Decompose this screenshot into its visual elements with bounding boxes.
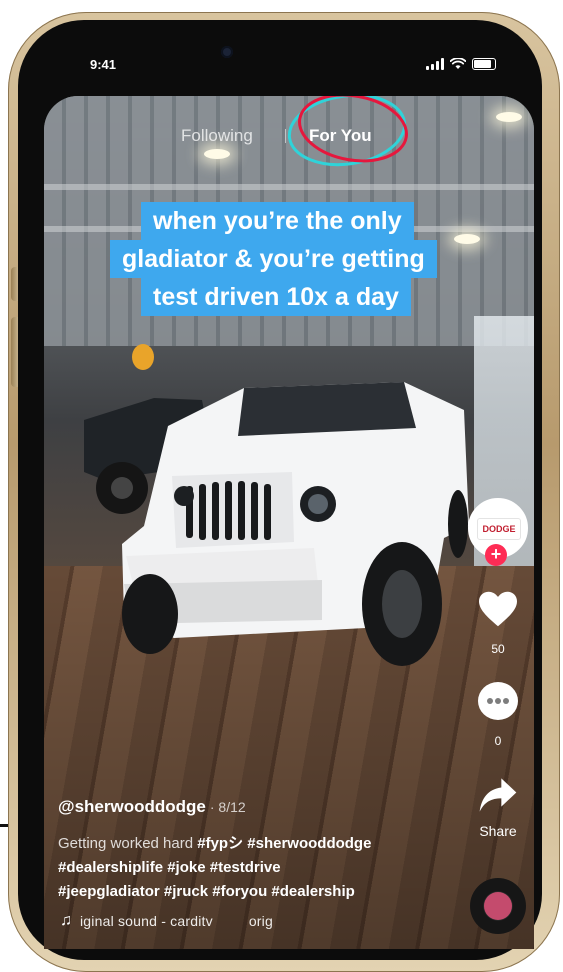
- dodge-logo: DODGE: [477, 518, 521, 540]
- tab-following[interactable]: Following: [181, 126, 253, 146]
- ceiling-beam: [44, 184, 534, 190]
- balloon: [132, 344, 154, 370]
- video-screen[interactable]: Following For You when you’re the only g…: [44, 96, 534, 949]
- ceiling-light: [454, 234, 480, 244]
- comment-count: 0: [494, 734, 502, 748]
- battery-icon: [472, 58, 496, 70]
- music-note-icon: ♫: [60, 912, 72, 929]
- caption-line-1: when you’re the only: [141, 202, 414, 240]
- sound-name[interactable]: iginal sound - carditv: [80, 913, 213, 929]
- wifi-icon: [450, 58, 466, 69]
- share-icon[interactable]: [478, 776, 518, 814]
- creator-username[interactable]: @sherwooddodge · 8/12: [58, 797, 246, 817]
- caption-line-2: gladiator & you’re getting: [110, 240, 437, 278]
- heart-icon[interactable]: [477, 590, 519, 628]
- video-description: Getting worked hard #fypシ #sherwooddodge…: [58, 832, 458, 904]
- status-icons: [426, 58, 496, 70]
- sound-disc[interactable]: [470, 878, 526, 934]
- front-camera: [221, 46, 233, 58]
- post-date: · 8/12: [209, 799, 246, 815]
- sound-row[interactable]: ♫ iginal sound - carditv orig: [60, 912, 273, 930]
- hashtags-line-2[interactable]: #dealershiplife #joke #testdrive: [58, 859, 281, 876]
- jeep-gladiator-image: [84, 382, 469, 666]
- ceiling-light: [204, 149, 230, 159]
- signal-icon: [426, 58, 444, 70]
- username-text[interactable]: @sherwooddodge: [58, 797, 206, 816]
- comment-icon[interactable]: [478, 682, 518, 720]
- hashtags-line-1[interactable]: #fypシ #sherwooddodge: [197, 835, 371, 852]
- sound-disc-avatar: [484, 892, 512, 920]
- hashtags-line-3[interactable]: #jeepgladiator #jruck #foryou #dealershi…: [58, 883, 355, 900]
- like-count: 50: [491, 642, 505, 656]
- ceiling-light: [496, 112, 522, 122]
- status-time: 9:41: [90, 57, 117, 72]
- follow-plus-button[interactable]: +: [485, 544, 507, 566]
- sound-name-repeat[interactable]: orig: [249, 913, 273, 929]
- description-lead: Getting worked hard: [58, 835, 198, 852]
- for-you-scribble-circle: [287, 96, 408, 167]
- caption-line-3: test driven 10x a day: [141, 278, 411, 316]
- share-label[interactable]: Share: [468, 823, 528, 839]
